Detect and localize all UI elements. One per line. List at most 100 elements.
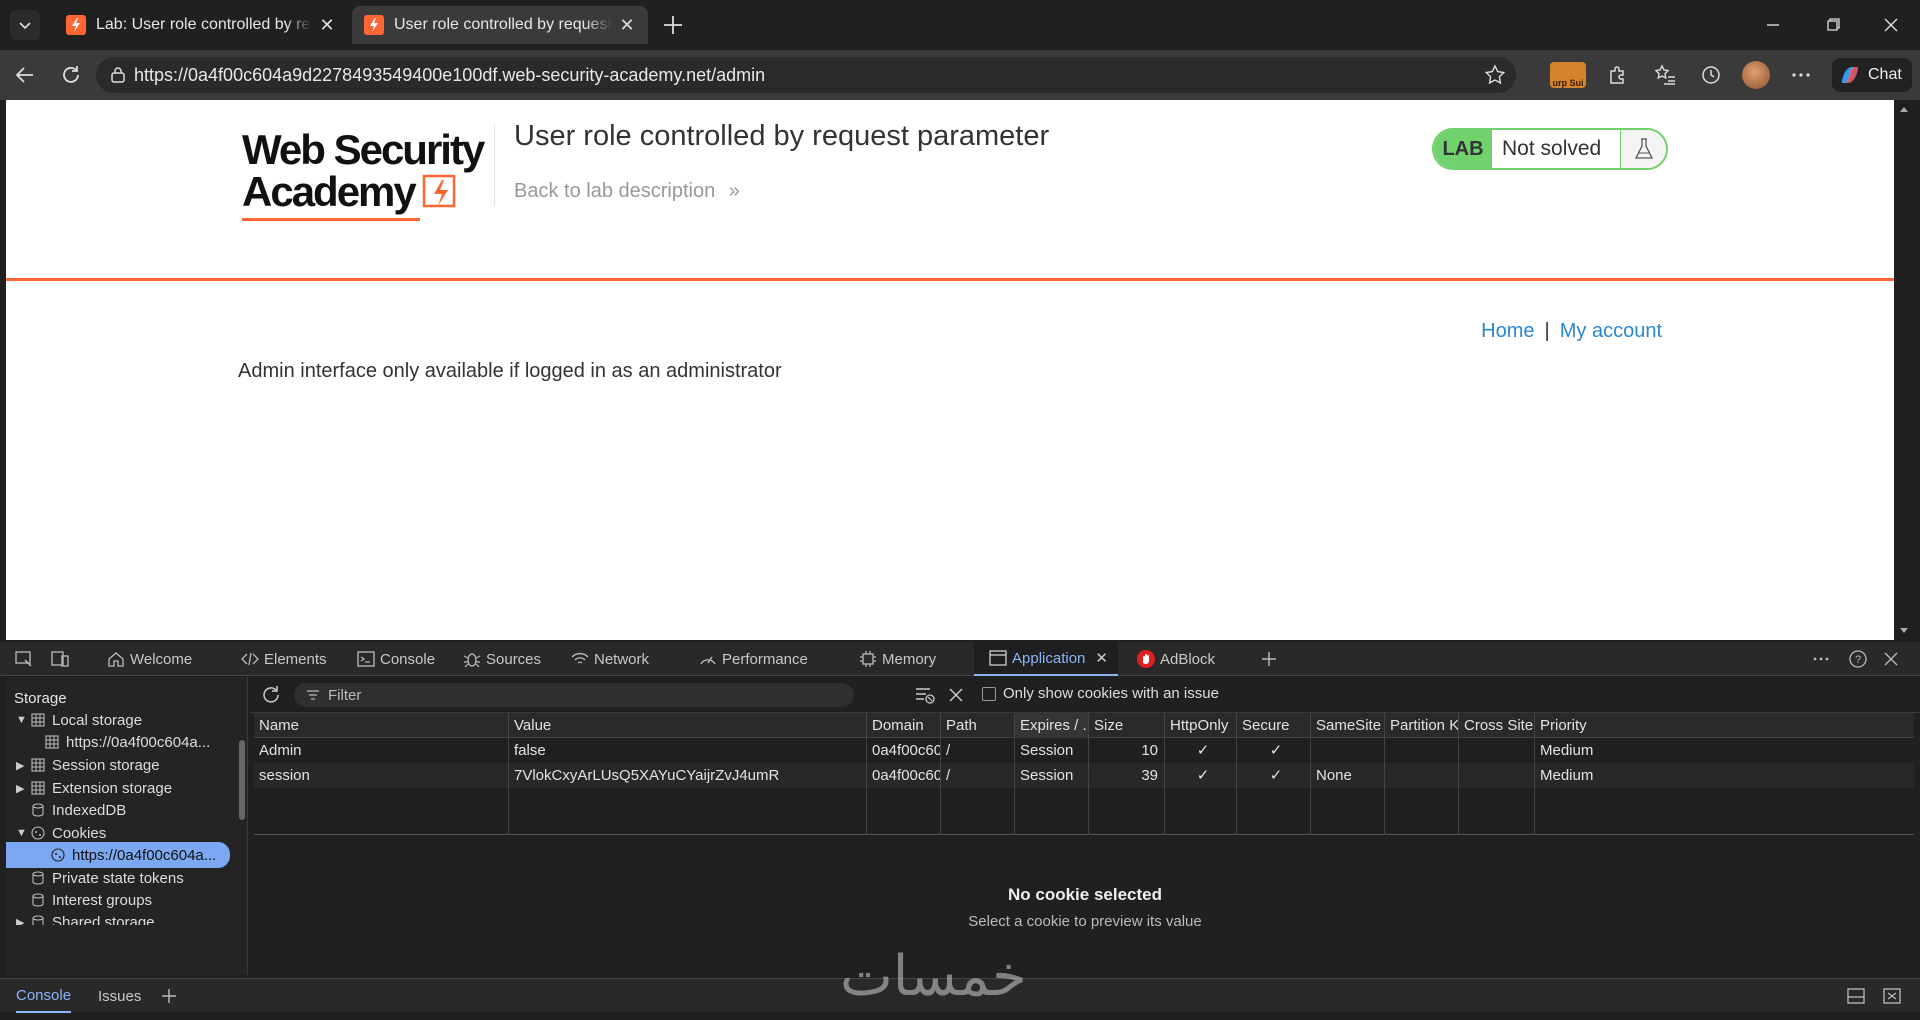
sidebar-item-shared-storage[interactable]: ▶ Shared storage <box>16 909 155 925</box>
cookie-filter-bar: Filter Only show cookies with an issue <box>250 677 1920 713</box>
device-emulation-icon[interactable] <box>50 649 70 669</box>
table-row[interactable]: session 7VlokCxyArLUsQ5XAYuCYaijrZvJ4umR 0… <box>254 763 1914 788</box>
history-icon[interactable] <box>1698 62 1724 88</box>
only-issues-checkbox[interactable] <box>982 687 996 701</box>
column-header[interactable]: Secure <box>1236 713 1310 738</box>
lab-title: User role controlled by request paramete… <box>514 120 1050 152</box>
column-header[interactable]: HttpOnly <box>1164 713 1236 738</box>
browser-tab[interactable]: Lab: User role controlled by request par… <box>54 6 348 44</box>
more-options-icon[interactable] <box>1788 62 1814 88</box>
cookie-path-cell: / <box>940 763 1014 788</box>
logo-line-2: Academy <box>242 168 417 215</box>
column-header[interactable]: Value <box>508 713 866 738</box>
lab-state: Not solved <box>1502 137 1602 160</box>
header-rule <box>6 278 1894 281</box>
filter-input[interactable]: Filter <box>294 683 854 707</box>
close-devtools-icon[interactable] <box>1882 650 1900 668</box>
help-icon[interactable]: ? <box>1848 649 1868 669</box>
sidebar-item-label: https://0a4f00c604a... <box>72 846 217 864</box>
home-link[interactable]: Home <box>1481 320 1534 342</box>
close-drawer-icon[interactable] <box>1882 987 1902 1005</box>
add-tab-plus-icon[interactable] <box>1260 650 1278 668</box>
column-header[interactable]: Path <box>940 713 1014 738</box>
drawer-tab-console[interactable]: Console <box>16 979 72 1013</box>
devtools-tab-network[interactable]: Network <box>570 642 649 676</box>
admin-message: Admin interface only available if logged… <box>238 360 782 382</box>
address-bar[interactable]: https://0a4f00c604a9d2278493549400e100df… <box>96 57 1516 93</box>
devtools-tab-sources[interactable]: Sources <box>462 642 541 676</box>
tab-label: AdBlock <box>1160 650 1216 668</box>
add-drawer-tab-plus-icon[interactable] <box>160 987 178 1005</box>
column-header[interactable]: Domain <box>866 713 940 738</box>
devtools-tab-adblock[interactable]: AdBlock <box>1136 642 1215 676</box>
scrollbar-thumb[interactable] <box>239 740 245 820</box>
scroll-down-icon[interactable] <box>1898 626 1910 636</box>
burp-suite-extension-icon[interactable]: urp Sui <box>1550 62 1586 88</box>
devtools-tab-memory[interactable]: Memory <box>858 642 936 676</box>
scroll-up-icon[interactable] <box>1898 104 1910 114</box>
tab-title: User role controlled by request paramete… <box>394 16 612 33</box>
extensions-puzzle-icon[interactable] <box>1604 62 1630 88</box>
cookie-priority-cell: Medium <box>1534 738 1914 763</box>
dock-drawer-icon[interactable] <box>1846 987 1866 1005</box>
delete-all-cookies-icon[interactable] <box>948 687 964 703</box>
column-header[interactable]: Cross Site <box>1458 713 1534 738</box>
inspect-element-icon[interactable] <box>14 649 34 669</box>
flask-icon <box>1620 130 1666 168</box>
drawer-tab-issues[interactable]: Issues <box>98 979 141 1013</box>
column-divider <box>940 788 941 835</box>
column-header[interactable]: Size <box>1088 713 1164 738</box>
more-options-icon[interactable] <box>1812 650 1830 668</box>
sidebar-item-label: Private state tokens <box>52 869 184 887</box>
new-tab-plus-icon[interactable] <box>660 12 686 38</box>
profile-avatar[interactable] <box>1742 61 1770 89</box>
devtools-tab-performance[interactable]: Performance <box>698 642 808 676</box>
devtools-tab-console[interactable]: Console <box>356 642 435 676</box>
close-tab-icon[interactable]: ✕ <box>318 15 336 35</box>
tab-label: Console <box>380 650 436 668</box>
filter-placeholder: Filter <box>328 686 362 704</box>
reload-icon[interactable] <box>58 62 84 88</box>
site-info-icon[interactable] <box>108 65 128 85</box>
back-to-lab-description-link[interactable]: Back to lab description » <box>514 180 740 203</box>
sidebar-item-label: Local storage <box>52 711 143 729</box>
minimize-icon[interactable] <box>1760 12 1786 38</box>
close-window-icon[interactable] <box>1878 12 1904 38</box>
clear-filtered-cookies-icon[interactable] <box>914 685 936 705</box>
column-header[interactable]: Name <box>254 713 508 738</box>
column-divider <box>1236 788 1237 835</box>
restore-icon[interactable] <box>1820 12 1846 38</box>
favorites-list-icon[interactable] <box>1652 62 1678 88</box>
my-account-link[interactable]: My account <box>1560 320 1662 342</box>
cookie-cross_site-cell <box>1458 763 1534 788</box>
devtools-tab-welcome[interactable]: Welcome <box>106 642 192 676</box>
favorite-star-icon[interactable] <box>1484 64 1506 86</box>
sidebar-item-label: https://0a4f00c604a... <box>66 733 211 751</box>
column-header[interactable]: Expires / ... <box>1014 713 1088 738</box>
close-tab-icon[interactable]: ✕ <box>1095 649 1108 667</box>
tab-list-button[interactable] <box>10 10 40 40</box>
refresh-icon[interactable] <box>260 684 282 706</box>
page-scrollbar[interactable] <box>1894 100 1914 640</box>
devtools-tab-application[interactable]: Application ✕ <box>974 642 1118 676</box>
table-row[interactable]: Adminfalse0a4f00c60.../Session10✓✓Medium <box>254 738 1914 763</box>
column-header[interactable]: SameSite <box>1310 713 1384 738</box>
database-icon <box>32 893 44 907</box>
web-security-academy-logo[interactable]: Web Security Academy <box>242 126 492 222</box>
devtools-tab-elements[interactable]: Elements <box>240 642 327 676</box>
sidebar-scrollbar[interactable] <box>238 690 246 960</box>
cookie-secure-cell: ✓ <box>1236 738 1310 763</box>
grid-icon <box>31 781 45 795</box>
close-tab-icon[interactable]: ✕ <box>618 15 636 35</box>
copilot-chat-button[interactable]: Chat <box>1832 58 1912 92</box>
sidebar-item-label: Session storage <box>52 756 160 774</box>
back-arrow-icon[interactable] <box>12 62 38 88</box>
lab-label: LAB <box>1434 130 1492 168</box>
double-chevron-right-icon: » <box>728 180 740 202</box>
burp-favicon-icon <box>66 15 86 35</box>
browser-tab-active[interactable]: User role controlled by request paramete… <box>352 6 648 44</box>
browser-tab-strip: Lab: User role controlled by request par… <box>0 0 1920 50</box>
column-header[interactable]: Priority <box>1534 713 1914 738</box>
column-header[interactable]: Partition K... <box>1384 713 1458 738</box>
watermark-text: خمسات <box>840 944 1027 1009</box>
